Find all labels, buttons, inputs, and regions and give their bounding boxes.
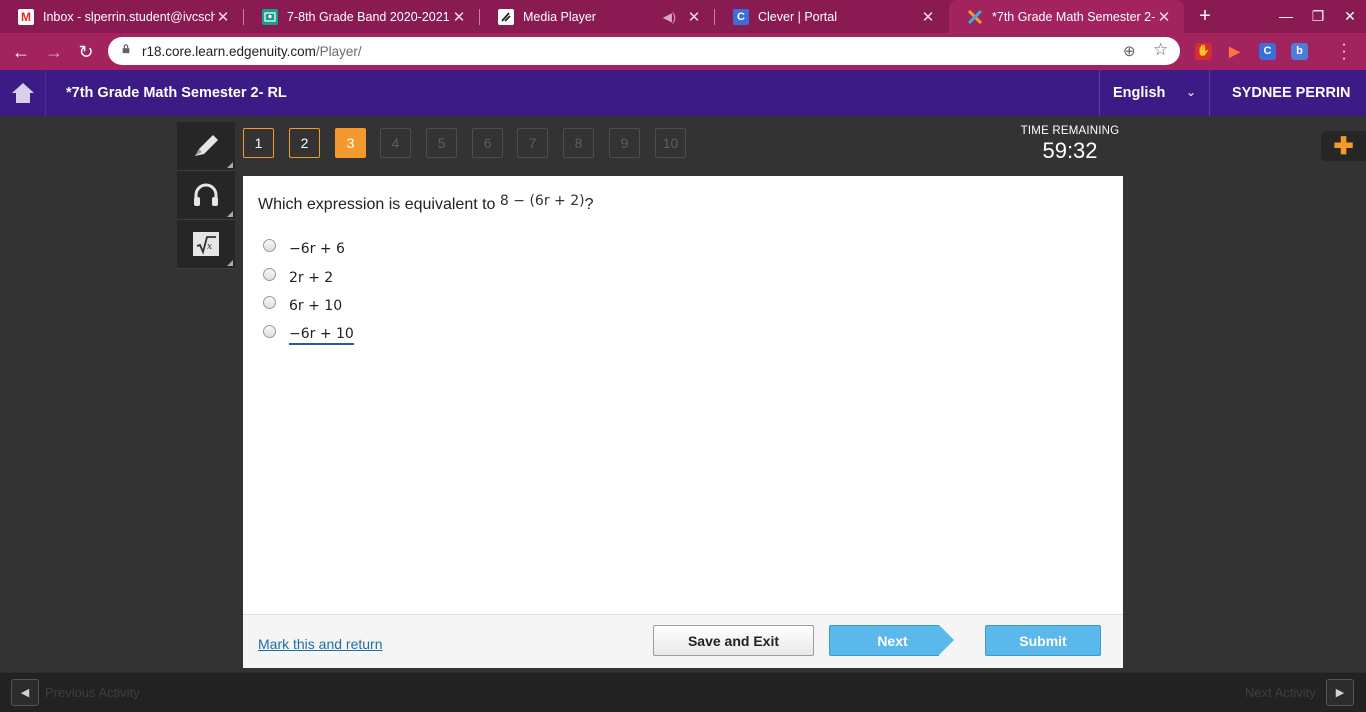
question-expression: 8 − (6r + 2) bbox=[499, 193, 585, 209]
question-button-8[interactable]: 8 bbox=[563, 128, 594, 158]
tab-title: Media Player bbox=[523, 9, 596, 24]
pencil-icon bbox=[195, 135, 218, 156]
lock-icon bbox=[122, 44, 130, 54]
next-arrow-icon bbox=[939, 625, 954, 655]
muted-speaker-icon[interactable]: ◀) bbox=[663, 10, 676, 24]
edgenuity-icon bbox=[967, 9, 983, 25]
close-tab-icon[interactable]: ✕ bbox=[451, 8, 467, 26]
question-button-9[interactable]: 9 bbox=[609, 128, 640, 158]
reload-icon[interactable]: ↻ bbox=[75, 41, 97, 63]
zoom-icon[interactable]: ⊕ bbox=[1123, 42, 1136, 60]
timer: TIME REMAINING 59:32 bbox=[1020, 125, 1120, 164]
question-card: Which expression is equivalent to 8 − (6… bbox=[243, 176, 1123, 668]
next-button[interactable]: Next bbox=[829, 625, 955, 656]
bookmark-star-icon[interactable]: ☆ bbox=[1153, 40, 1168, 60]
tab-title: 7-8th Grade Band 2020-2021 bbox=[287, 9, 450, 24]
timer-value: 59:32 bbox=[1042, 138, 1098, 163]
pencil-tool[interactable] bbox=[177, 122, 235, 171]
question-button-1[interactable]: 1 bbox=[243, 128, 274, 158]
restore-icon[interactable]: ❐ bbox=[1309, 8, 1327, 25]
expand-plus-icon[interactable]: ✚ bbox=[1321, 131, 1366, 161]
app-header: *7th Grade Math Semester 2- RL English ⌄… bbox=[0, 70, 1366, 116]
svg-text:x: x bbox=[207, 242, 212, 252]
next-activity-button[interactable]: ▶ bbox=[1326, 679, 1354, 706]
question-button-5[interactable]: 5 bbox=[426, 128, 457, 158]
close-tab-icon[interactable]: ✕ bbox=[920, 8, 936, 26]
timer-label: TIME REMAINING bbox=[1020, 125, 1120, 137]
previous-activity-label[interactable]: Previous Activity bbox=[45, 685, 140, 700]
tab-title: *7th Grade Math Semester 2- RL bbox=[992, 9, 1156, 24]
home-button[interactable] bbox=[0, 70, 46, 116]
headphones-icon bbox=[194, 183, 218, 206]
activity-bar: ◀ Previous Activity Next Activity ▶ bbox=[0, 672, 1366, 712]
chevron-down-icon: ⌄ bbox=[1186, 85, 1197, 99]
next-activity-label[interactable]: Next Activity bbox=[1245, 685, 1316, 700]
adblock-icon[interactable]: ✋ bbox=[1195, 43, 1212, 60]
close-tab-icon[interactable]: ✕ bbox=[1156, 8, 1172, 26]
submit-button[interactable]: Submit bbox=[985, 625, 1101, 656]
option-text: 2r + 2 bbox=[289, 270, 334, 286]
browser-tab-clever[interactable]: C Clever | Portal ✕ bbox=[715, 0, 948, 33]
option-text: −6r + 6 bbox=[289, 241, 345, 257]
browser-tab-band[interactable]: 7-8th Grade Band 2020-2021 ✕ bbox=[244, 0, 479, 33]
radio-button[interactable] bbox=[263, 295, 276, 309]
back-icon[interactable]: ← bbox=[10, 41, 32, 63]
language-selector[interactable]: English ⌄ bbox=[1099, 70, 1210, 116]
b-extension-icon[interactable]: b bbox=[1291, 43, 1308, 60]
forward-icon[interactable]: → bbox=[43, 41, 65, 63]
home-icon bbox=[11, 83, 34, 103]
question-button-7[interactable]: 7 bbox=[517, 128, 548, 158]
browser-tab-media-player[interactable]: Media Player ◀) ✕ bbox=[480, 0, 714, 33]
screencastify-icon[interactable]: ▶ bbox=[1226, 43, 1243, 60]
radio-button[interactable] bbox=[263, 238, 276, 252]
option-text: −6r + 10 bbox=[289, 326, 354, 345]
classroom-icon bbox=[262, 8, 278, 25]
question-footer: Mark this and return Save and Exit Next … bbox=[243, 614, 1123, 668]
answer-option-4[interactable]: −6r + 10 bbox=[263, 324, 354, 346]
address-bar[interactable]: r18.core.learn.edgenuity.com/Player/ ⊕ ☆ bbox=[108, 37, 1180, 65]
previous-activity-button[interactable]: ◀ bbox=[11, 679, 39, 706]
audio-tool[interactable] bbox=[177, 171, 235, 220]
question-button-10[interactable]: 10 bbox=[655, 128, 686, 158]
media-player-icon bbox=[498, 8, 514, 25]
new-tab-icon[interactable]: + bbox=[1195, 6, 1215, 26]
question-prompt: Which expression is equivalent to 8 − (6… bbox=[258, 193, 594, 213]
clever-icon: C bbox=[733, 8, 749, 25]
radio-button[interactable] bbox=[263, 267, 276, 281]
answer-option-2[interactable]: 2r + 2 bbox=[263, 267, 333, 289]
browser-menu-icon[interactable]: · · · bbox=[1340, 37, 1348, 67]
gmail-icon: M bbox=[18, 8, 34, 25]
answer-option-3[interactable]: 6r + 10 bbox=[263, 295, 342, 317]
tab-title: Clever | Portal bbox=[758, 9, 837, 24]
next-button-label: Next bbox=[829, 625, 939, 656]
browser-tab-strip: M Inbox - slperrin.student@ivcsch ✕ 7-8t… bbox=[0, 0, 1366, 33]
language-label: English bbox=[1113, 85, 1166, 101]
url-text: r18.core.learn.edgenuity.com/Player/ bbox=[142, 44, 362, 59]
clever-extension-icon[interactable]: C bbox=[1259, 43, 1276, 60]
close-window-icon[interactable]: ✕ bbox=[1341, 8, 1359, 25]
close-tab-icon[interactable]: ✕ bbox=[686, 8, 702, 26]
user-name[interactable]: SYDNEE PERRIN bbox=[1232, 85, 1350, 101]
question-button-4[interactable]: 4 bbox=[380, 128, 411, 158]
course-title: *7th Grade Math Semester 2- RL bbox=[66, 85, 287, 101]
save-and-exit-button[interactable]: Save and Exit bbox=[653, 625, 814, 656]
browser-tab-edgenuity[interactable]: *7th Grade Math Semester 2- RL ✕ bbox=[949, 0, 1184, 33]
square-root-icon: x bbox=[193, 232, 219, 256]
math-tool[interactable]: x bbox=[177, 220, 235, 269]
close-tab-icon[interactable]: ✕ bbox=[215, 8, 231, 26]
tab-title: Inbox - slperrin.student@ivcsch bbox=[43, 9, 215, 24]
option-text: 6r + 10 bbox=[289, 298, 343, 314]
browser-tab-gmail[interactable]: M Inbox - slperrin.student@ivcsch ✕ bbox=[0, 0, 243, 33]
question-button-2[interactable]: 2 bbox=[289, 128, 320, 158]
question-button-6[interactable]: 6 bbox=[472, 128, 503, 158]
radio-button[interactable] bbox=[263, 324, 276, 338]
browser-toolbar: ← → ↻ r18.core.learn.edgenuity.com/Playe… bbox=[0, 33, 1366, 70]
mark-and-return-link[interactable]: Mark this and return bbox=[258, 636, 383, 652]
question-button-3[interactable]: 3 bbox=[335, 128, 366, 158]
tools-panel: x bbox=[177, 122, 235, 270]
minimize-icon[interactable]: — bbox=[1277, 8, 1295, 24]
answer-option-1[interactable]: −6r + 6 bbox=[263, 238, 345, 260]
